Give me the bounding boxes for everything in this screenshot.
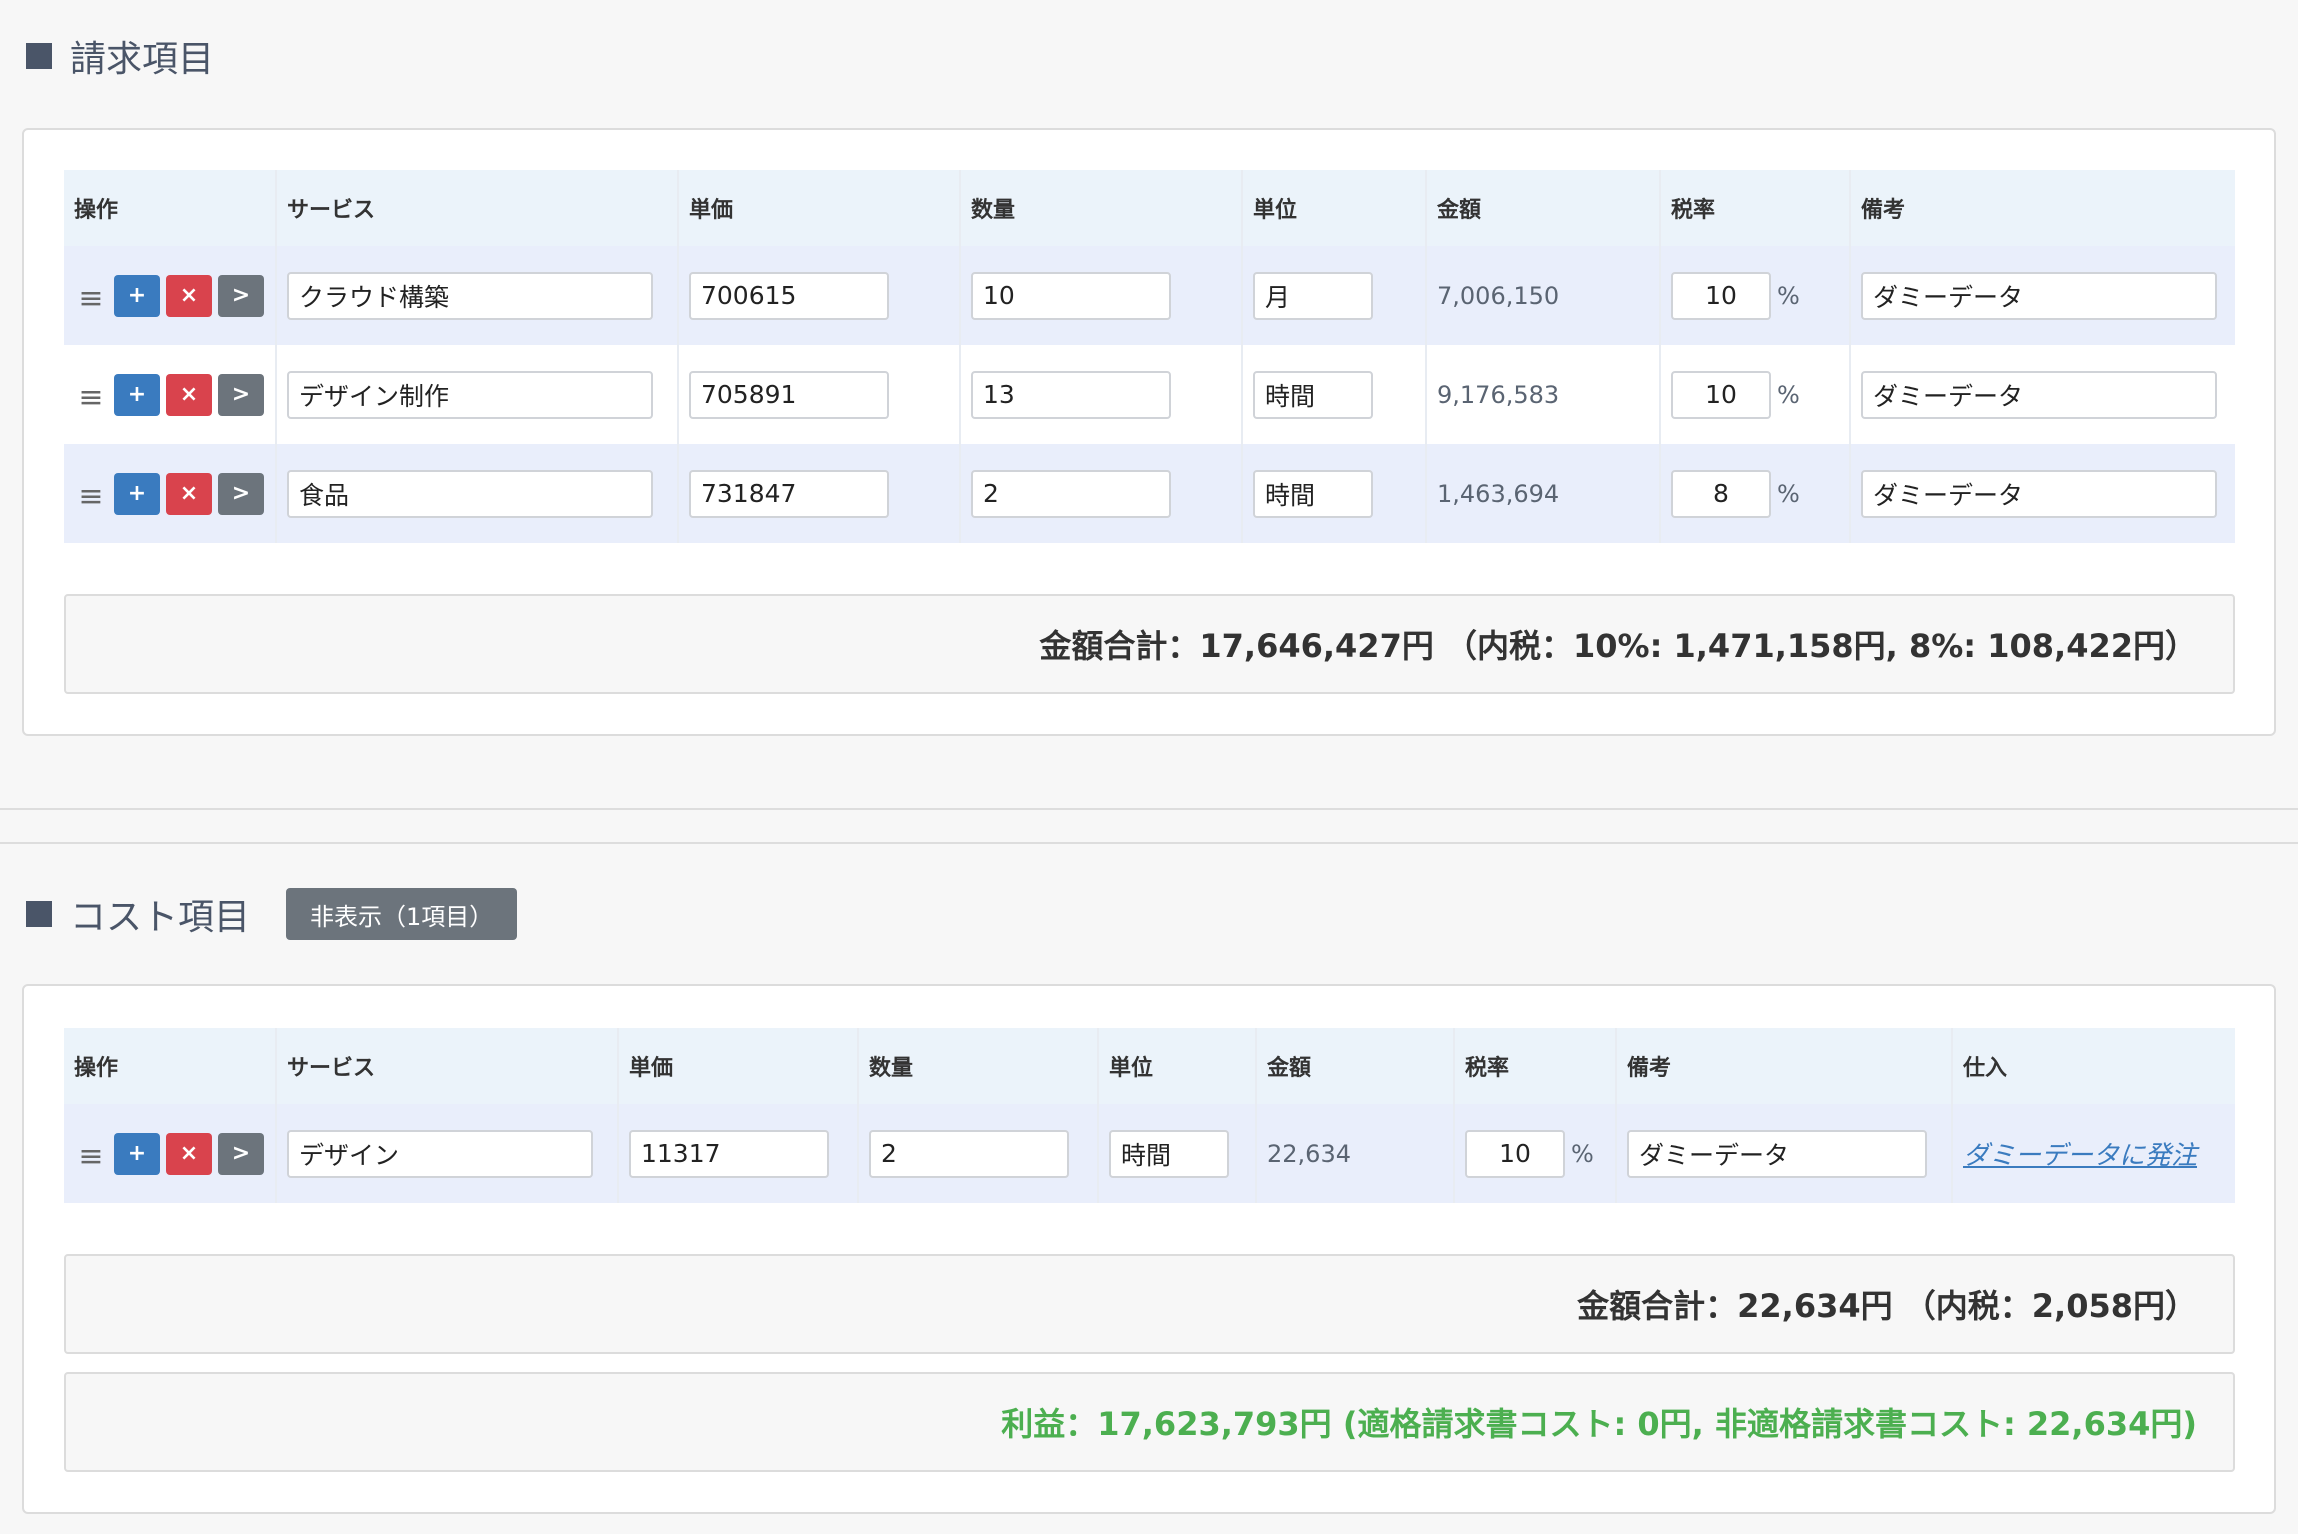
cost-table: 操作 サービス 単価 数量 単位 金額 税率 備考 仕入 ≡ + × > デザイ… [64,1028,2235,1203]
unit-input[interactable]: 時間 [1109,1129,1229,1178]
cost-title-text: コスト項目 [70,897,251,938]
unit-input[interactable]: 月 [1253,271,1373,320]
col-note: 備考 [1615,1028,1952,1104]
col-purchase: 仕入 [1951,1028,2235,1104]
cost-total: 金額合計：22,634円 （内税：2,058円） [64,1254,2235,1354]
col-tax: 税率 [1453,1028,1616,1104]
square-bullet-icon [26,901,52,927]
move-row-button[interactable]: > [218,373,264,416]
percent-label: % [1777,281,1800,310]
cost-header-row: 操作 サービス 単価 数量 単位 金額 税率 備考 仕入 [64,1028,2235,1104]
delete-row-button[interactable]: × [166,274,212,317]
billing-section-title: 請求項目 [26,30,214,82]
qty-input[interactable]: 13 [971,370,1171,419]
billing-panel: 操作 サービス 単価 数量 単位 金額 税率 備考 ≡ + × > クラウド構築 [22,128,2276,736]
qty-input[interactable]: 2 [971,469,1171,518]
delete-row-button[interactable]: × [166,373,212,416]
col-note: 備考 [1849,170,2235,246]
amount-value: 1,463,694 [1437,479,1560,508]
table-row: ≡ + × > 食品 731847 2 時間 1,463,694 8% ダミーデ… [64,444,2235,543]
col-service: サービス [275,170,678,246]
col-tax: 税率 [1659,170,1850,246]
move-row-button[interactable]: > [218,472,264,515]
hide-cost-button[interactable]: 非表示（1項目） [286,888,518,940]
move-row-button[interactable]: > [218,274,264,317]
row-ops: ≡ + × > [74,1132,265,1175]
row-ops: ≡ + × > [74,472,265,515]
amount-value: 22,634 [1267,1139,1351,1168]
unit-price-input[interactable]: 731847 [689,469,889,518]
billing-table: 操作 サービス 単価 数量 単位 金額 税率 備考 ≡ + × > クラウド構築 [64,170,2235,543]
row-ops: ≡ + × > [74,274,265,317]
service-input[interactable]: デザイン制作 [287,370,653,419]
tax-input[interactable]: 10 [1671,370,1771,419]
tax-input[interactable]: 10 [1465,1129,1565,1178]
amount-value: 7,006,150 [1437,281,1560,310]
note-input[interactable]: ダミーデータ [1861,370,2217,419]
percent-label: % [1571,1139,1594,1168]
col-qty: 数量 [959,170,1242,246]
table-row: ≡ + × > デザイン制作 705891 13 時間 9,176,583 10… [64,345,2235,444]
note-input[interactable]: ダミーデータ [1861,469,2217,518]
percent-label: % [1777,479,1800,508]
col-service: サービス [275,1028,618,1104]
qty-input[interactable]: 10 [971,271,1171,320]
col-unit-price: 単価 [617,1028,858,1104]
unit-input[interactable]: 時間 [1253,370,1373,419]
add-row-button[interactable]: + [114,373,160,416]
drag-handle-icon[interactable]: ≡ [74,1139,108,1174]
unit-input[interactable]: 時間 [1253,469,1373,518]
cost-panel: 操作 サービス 単価 数量 単位 金額 税率 備考 仕入 ≡ + × > デザイ… [22,984,2276,1514]
billing-title-text: 請求項目 [70,39,215,80]
delete-row-button[interactable]: × [166,472,212,515]
drag-handle-icon[interactable]: ≡ [74,479,108,514]
add-row-button[interactable]: + [114,472,160,515]
cost-section-title: コスト項目 非表示（1項目） [26,888,518,940]
tax-input[interactable]: 10 [1671,271,1771,320]
move-row-button[interactable]: > [218,1132,264,1175]
service-input[interactable]: デザイン [287,1129,593,1178]
unit-price-input[interactable]: 705891 [689,370,889,419]
add-row-button[interactable]: + [114,274,160,317]
service-input[interactable]: 食品 [287,469,653,518]
col-amount: 金額 [1425,170,1660,246]
col-amount: 金額 [1255,1028,1454,1104]
col-unit: 単位 [1241,170,1426,246]
col-unit: 単位 [1097,1028,1256,1104]
tax-input[interactable]: 8 [1671,469,1771,518]
square-bullet-icon [26,43,52,69]
billing-total: 金額合計：17,646,427円 （内税：10%: 1,471,158円, 8%… [64,594,2235,694]
unit-price-input[interactable]: 700615 [689,271,889,320]
section-divider [0,808,2298,844]
percent-label: % [1777,380,1800,409]
drag-handle-icon[interactable]: ≡ [74,380,108,415]
delete-row-button[interactable]: × [166,1132,212,1175]
purchase-order-link[interactable]: ダミーデータに発注 [1963,1141,2197,1171]
col-ops: 操作 [64,1028,276,1104]
note-input[interactable]: ダミーデータ [1627,1129,1927,1178]
drag-handle-icon[interactable]: ≡ [74,281,108,316]
unit-price-input[interactable]: 11317 [629,1129,829,1178]
billing-header-row: 操作 サービス 単価 数量 単位 金額 税率 備考 [64,170,2235,246]
col-qty: 数量 [857,1028,1098,1104]
table-row: ≡ + × > クラウド構築 700615 10 月 7,006,150 10%… [64,246,2235,345]
add-row-button[interactable]: + [114,1132,160,1175]
note-input[interactable]: ダミーデータ [1861,271,2217,320]
amount-value: 9,176,583 [1437,380,1560,409]
row-ops: ≡ + × > [74,373,265,416]
table-row: ≡ + × > デザイン 11317 2 時間 22,634 10% ダミーデー… [64,1104,2235,1203]
col-unit-price: 単価 [677,170,960,246]
col-ops: 操作 [64,170,276,246]
profit-total: 利益：17,623,793円 (適格請求書コスト: 0円, 非適格請求書コスト:… [64,1372,2235,1472]
service-input[interactable]: クラウド構築 [287,271,653,320]
qty-input[interactable]: 2 [869,1129,1069,1178]
